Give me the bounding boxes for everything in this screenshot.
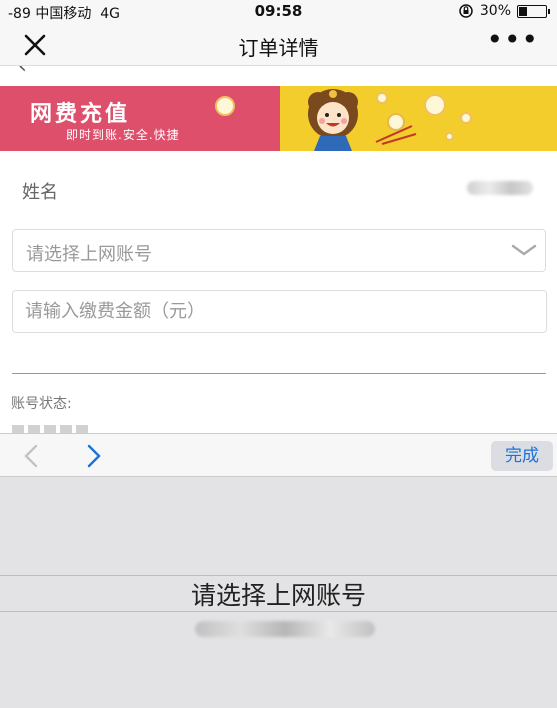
banner-title: 网费充值 xyxy=(30,102,131,127)
nav-bar: 订单详情 ••• xyxy=(0,24,557,66)
name-label: 姓名 xyxy=(22,182,58,203)
recharge-form: 姓名 请选择上网账号 账号状态: xyxy=(0,151,557,435)
coin-icon xyxy=(215,96,235,116)
picker-toolbar: 完成 xyxy=(0,433,557,477)
chevron-right-icon[interactable] xyxy=(85,444,103,468)
inner-header: ‹ xyxy=(0,66,557,86)
coin-icon xyxy=(376,92,388,104)
coin-icon xyxy=(460,112,472,124)
battery-icon xyxy=(517,4,550,18)
status-right: 30% xyxy=(458,3,550,19)
page-title: 订单详情 xyxy=(238,36,319,60)
account-status-label: 账号状态: xyxy=(11,396,72,412)
divider xyxy=(12,373,546,374)
done-button[interactable]: 完成 xyxy=(491,441,553,471)
coin-icon xyxy=(445,132,454,141)
back-icon: ‹ xyxy=(18,66,27,79)
amount-input[interactable] xyxy=(12,290,547,333)
money-bag-icon xyxy=(375,113,417,145)
rotation-lock-icon xyxy=(459,4,473,18)
more-icon[interactable]: ••• xyxy=(486,26,539,54)
picker-option-redacted[interactable] xyxy=(195,621,375,637)
banner-subtitle: 即时到账.安全.快捷 xyxy=(66,128,180,142)
picker-selected-option[interactable]: 请选择上网账号 xyxy=(0,576,557,612)
chevron-left-icon[interactable] xyxy=(22,444,40,468)
coin-icon xyxy=(424,94,446,116)
battery-percent: 30% xyxy=(479,3,511,19)
picker-bottom-line xyxy=(0,611,557,612)
cartoon-character-icon xyxy=(308,89,358,151)
status-bar: -89 中国移动 4G 09:58 30% xyxy=(0,0,557,24)
account-select[interactable]: 请选择上网账号 xyxy=(12,229,546,272)
account-select-placeholder: 请选择上网账号 xyxy=(26,244,152,265)
recharge-banner: 网费充值 即时到账.安全.快捷 xyxy=(0,86,557,151)
picker-wheel[interactable]: 请选择上网账号 xyxy=(0,477,557,708)
name-value-redacted xyxy=(467,181,533,195)
chevron-down-icon xyxy=(511,244,537,256)
